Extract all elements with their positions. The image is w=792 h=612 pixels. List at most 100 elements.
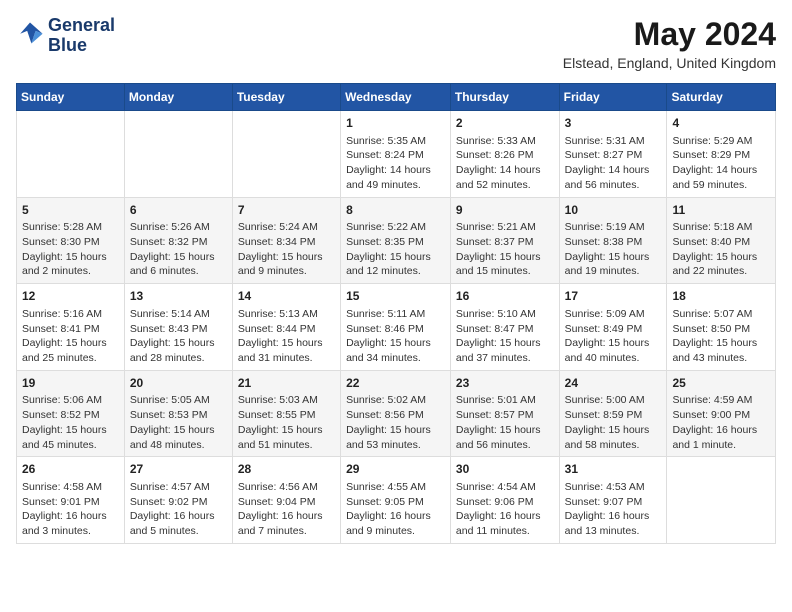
day-info: Sunrise: 5:16 AM Sunset: 8:41 PM Dayligh…: [22, 307, 119, 366]
day-info: Sunrise: 4:58 AM Sunset: 9:01 PM Dayligh…: [22, 480, 119, 539]
day-info: Sunrise: 4:55 AM Sunset: 9:05 PM Dayligh…: [346, 480, 445, 539]
calendar-cell: 25Sunrise: 4:59 AM Sunset: 9:00 PM Dayli…: [667, 370, 776, 457]
calendar-cell: 5Sunrise: 5:28 AM Sunset: 8:30 PM Daylig…: [17, 197, 125, 284]
day-number: 27: [130, 461, 227, 478]
calendar-cell: 22Sunrise: 5:02 AM Sunset: 8:56 PM Dayli…: [341, 370, 451, 457]
day-number: 21: [238, 375, 335, 392]
calendar-header-friday: Friday: [559, 84, 667, 111]
day-number: 6: [130, 202, 227, 219]
calendar-cell: 31Sunrise: 4:53 AM Sunset: 9:07 PM Dayli…: [559, 457, 667, 544]
day-info: Sunrise: 5:02 AM Sunset: 8:56 PM Dayligh…: [346, 393, 445, 452]
calendar-cell: 6Sunrise: 5:26 AM Sunset: 8:32 PM Daylig…: [124, 197, 232, 284]
day-info: Sunrise: 5:33 AM Sunset: 8:26 PM Dayligh…: [456, 134, 554, 193]
calendar-cell: [17, 111, 125, 198]
calendar-cell: 27 Sunrise: 4:57 AM Sunset: 9:02 PM Dayli…: [124, 457, 232, 544]
day-info: Sunrise: 4:53 AM Sunset: 9:07 PM Dayligh…: [565, 480, 662, 539]
calendar-cell: 21Sunrise: 5:03 AM Sunset: 8:55 PM Dayli…: [232, 370, 340, 457]
calendar-header-thursday: Thursday: [450, 84, 559, 111]
day-info: Sunrise: 5:13 AM Sunset: 8:44 PM Dayligh…: [238, 307, 335, 366]
day-number: 19: [22, 375, 119, 392]
calendar-cell: 29 Sunrise: 4:55 AM Sunset: 9:05 PM Dayli…: [341, 457, 451, 544]
calendar-cell: 23Sunrise: 5:01 AM Sunset: 8:57 PM Dayli…: [450, 370, 559, 457]
calendar-cell: 11Sunrise: 5:18 AM Sunset: 8:40 PM Dayli…: [667, 197, 776, 284]
day-info: Sunrise: 5:22 AM Sunset: 8:35 PM Dayligh…: [346, 220, 445, 279]
calendar-week-row: 1Sunrise: 5:35 AM Sunset: 8:24 PM Daylig…: [17, 111, 776, 198]
calendar-cell: 30 Sunrise: 4:54 AM Sunset: 9:06 PM Dayli…: [450, 457, 559, 544]
day-info: Sunrise: 4:57 AM Sunset: 9:02 PM Dayligh…: [130, 480, 227, 539]
day-number: 28: [238, 461, 335, 478]
calendar-cell: 20Sunrise: 5:05 AM Sunset: 8:53 PM Dayli…: [124, 370, 232, 457]
day-info: Sunrise: 5:24 AM Sunset: 8:34 PM Dayligh…: [238, 220, 335, 279]
day-number: 10: [565, 202, 662, 219]
day-number: 5: [22, 202, 119, 219]
calendar-cell: 8Sunrise: 5:22 AM Sunset: 8:35 PM Daylig…: [341, 197, 451, 284]
logo: General Blue: [16, 16, 115, 56]
day-number: 22: [346, 375, 445, 392]
calendar-cell: 13 Sunrise: 5:14 AM Sunset: 8:43 PM Dayli…: [124, 284, 232, 371]
location: Elstead, England, United Kingdom: [563, 55, 776, 71]
title-block: May 2024 Elstead, England, United Kingdo…: [563, 16, 776, 71]
day-info: Sunrise: 5:09 AM Sunset: 8:49 PM Dayligh…: [565, 307, 662, 366]
day-info: Sunrise: 4:59 AM Sunset: 9:00 PM Dayligh…: [672, 393, 770, 452]
calendar-cell: 18Sunrise: 5:07 AM Sunset: 8:50 PM Dayli…: [667, 284, 776, 371]
calendar-cell: 3Sunrise: 5:31 AM Sunset: 8:27 PM Daylig…: [559, 111, 667, 198]
calendar-header-sunday: Sunday: [17, 84, 125, 111]
day-info: Sunrise: 5:01 AM Sunset: 8:57 PM Dayligh…: [456, 393, 554, 452]
day-info: Sunrise: 5:19 AM Sunset: 8:38 PM Dayligh…: [565, 220, 662, 279]
calendar-week-row: 19Sunrise: 5:06 AM Sunset: 8:52 PM Dayli…: [17, 370, 776, 457]
day-info: Sunrise: 5:29 AM Sunset: 8:29 PM Dayligh…: [672, 134, 770, 193]
day-info: Sunrise: 5:31 AM Sunset: 8:27 PM Dayligh…: [565, 134, 662, 193]
logo-text: General Blue: [48, 16, 115, 56]
month-title: May 2024: [563, 16, 776, 53]
day-number: 8: [346, 202, 445, 219]
day-number: 20: [130, 375, 227, 392]
day-info: Sunrise: 4:56 AM Sunset: 9:04 PM Dayligh…: [238, 480, 335, 539]
calendar-header-monday: Monday: [124, 84, 232, 111]
calendar-cell: 17 Sunrise: 5:09 AM Sunset: 8:49 PM Dayli…: [559, 284, 667, 371]
calendar-header-row: SundayMondayTuesdayWednesdayThursdayFrid…: [17, 84, 776, 111]
day-number: 11: [672, 202, 770, 219]
calendar-cell: 19Sunrise: 5:06 AM Sunset: 8:52 PM Dayli…: [17, 370, 125, 457]
calendar-cell: 1Sunrise: 5:35 AM Sunset: 8:24 PM Daylig…: [341, 111, 451, 198]
logo-icon: [16, 21, 44, 45]
day-info: Sunrise: 5:00 AM Sunset: 8:59 PM Dayligh…: [565, 393, 662, 452]
day-info: Sunrise: 5:21 AM Sunset: 8:37 PM Dayligh…: [456, 220, 554, 279]
day-info: Sunrise: 5:14 AM Sunset: 8:43 PM Dayligh…: [130, 307, 227, 366]
calendar-cell: 9Sunrise: 5:21 AM Sunset: 8:37 PM Daylig…: [450, 197, 559, 284]
day-number: 7: [238, 202, 335, 219]
day-number: 12: [22, 288, 119, 305]
day-number: 30: [456, 461, 554, 478]
calendar-cell: [232, 111, 340, 198]
day-number: 26: [22, 461, 119, 478]
day-number: 29: [346, 461, 445, 478]
day-number: 13: [130, 288, 227, 305]
day-info: Sunrise: 5:18 AM Sunset: 8:40 PM Dayligh…: [672, 220, 770, 279]
day-info: Sunrise: 4:54 AM Sunset: 9:06 PM Dayligh…: [456, 480, 554, 539]
calendar-header-tuesday: Tuesday: [232, 84, 340, 111]
calendar-cell: 26 Sunrise: 4:58 AM Sunset: 9:01 PM Dayli…: [17, 457, 125, 544]
calendar-week-row: 5Sunrise: 5:28 AM Sunset: 8:30 PM Daylig…: [17, 197, 776, 284]
calendar-cell: 14Sunrise: 5:13 AM Sunset: 8:44 PM Dayli…: [232, 284, 340, 371]
day-number: 23: [456, 375, 554, 392]
day-info: Sunrise: 5:06 AM Sunset: 8:52 PM Dayligh…: [22, 393, 119, 452]
day-info: Sunrise: 5:05 AM Sunset: 8:53 PM Dayligh…: [130, 393, 227, 452]
day-number: 16: [456, 288, 554, 305]
calendar-cell: 24Sunrise: 5:00 AM Sunset: 8:59 PM Dayli…: [559, 370, 667, 457]
day-number: 2: [456, 115, 554, 132]
day-number: 17: [565, 288, 662, 305]
calendar-cell: 2 Sunrise: 5:33 AM Sunset: 8:26 PM Daylig…: [450, 111, 559, 198]
day-info: Sunrise: 5:28 AM Sunset: 8:30 PM Dayligh…: [22, 220, 119, 279]
calendar-week-row: 26 Sunrise: 4:58 AM Sunset: 9:01 PM Dayli…: [17, 457, 776, 544]
day-number: 4: [672, 115, 770, 132]
calendar-cell: 16Sunrise: 5:10 AM Sunset: 8:47 PM Dayli…: [450, 284, 559, 371]
calendar-cell: [667, 457, 776, 544]
day-number: 15: [346, 288, 445, 305]
calendar-cell: 15Sunrise: 5:11 AM Sunset: 8:46 PM Dayli…: [341, 284, 451, 371]
calendar-cell: 12 Sunrise: 5:16 AM Sunset: 8:41 PM Dayli…: [17, 284, 125, 371]
page-header: General Blue May 2024 Elstead, England, …: [16, 16, 776, 71]
day-number: 9: [456, 202, 554, 219]
calendar-table: SundayMondayTuesdayWednesdayThursdayFrid…: [16, 83, 776, 544]
calendar-cell: 10Sunrise: 5:19 AM Sunset: 8:38 PM Dayli…: [559, 197, 667, 284]
day-number: 1: [346, 115, 445, 132]
day-info: Sunrise: 5:07 AM Sunset: 8:50 PM Dayligh…: [672, 307, 770, 366]
